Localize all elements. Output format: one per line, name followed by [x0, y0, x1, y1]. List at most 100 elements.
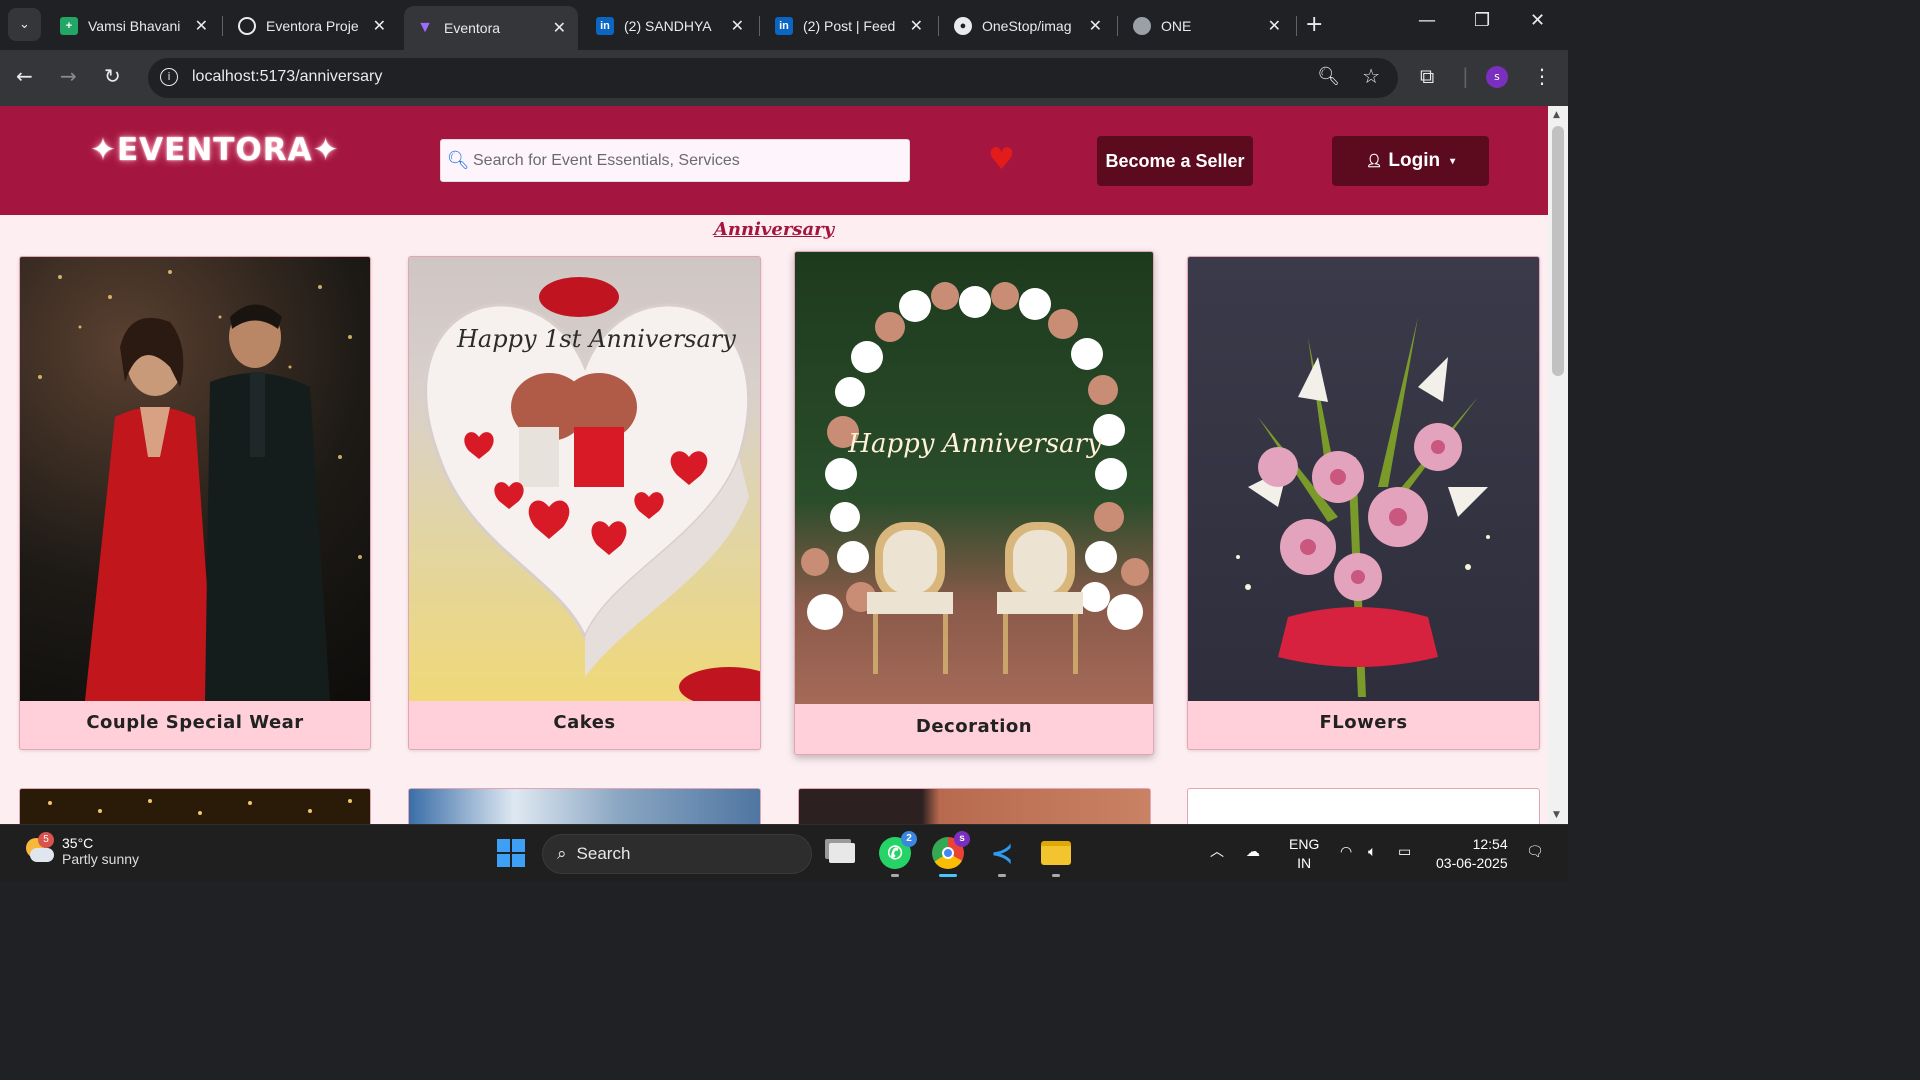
back-arrow-icon[interactable]: ←	[16, 64, 33, 88]
category-card-cakes[interactable]: Happy 1st Anniversary Cakes	[408, 256, 761, 750]
restore-icon[interactable]: ❐	[1474, 10, 1490, 31]
file-explorer-icon[interactable]	[1040, 837, 1072, 877]
battery-icon[interactable]: ▭	[1398, 843, 1411, 860]
tab-title: (2) SANDHYA	[624, 18, 712, 34]
vite-icon: ▼	[417, 19, 433, 36]
whatsapp-badge: 2	[901, 831, 917, 847]
tab-linkedin-sandhya[interactable]: in (2) SANDHYA ✕	[584, 6, 756, 46]
notifications-icon[interactable]: 🗨︎	[1526, 843, 1544, 860]
site-search-bar[interactable]: 🔍︎	[440, 139, 910, 182]
running-indicator	[891, 874, 899, 877]
tab-linkedin-feed[interactable]: in (2) Post | Feed ✕	[763, 6, 935, 46]
taskbar-search-label: Search	[576, 844, 631, 863]
region-code: IN	[1297, 855, 1312, 871]
cake-writing: Happy 1st Anniversary	[456, 325, 736, 353]
site-info-icon[interactable]: i	[160, 68, 178, 86]
onedrive-error-icon[interactable]: ☁	[1246, 843, 1260, 860]
close-icon[interactable]: ✕	[1089, 16, 1102, 36]
running-indicator	[1052, 874, 1060, 877]
active-indicator	[939, 874, 957, 877]
page-scrollbar[interactable]: ▲ ▼	[1548, 106, 1568, 824]
close-window-icon[interactable]: ✕	[1530, 10, 1545, 31]
flowers-illustration	[1236, 317, 1490, 697]
whatsapp-icon[interactable]: ✆ 2	[879, 831, 917, 877]
eventora-logo[interactable]: ✦EVENTORA✦	[90, 132, 340, 168]
running-indicator	[998, 874, 1006, 877]
browser-toolbar: ← → ↻ i localhost:5173/anniversary 🔍︎ ☆ …	[0, 50, 1568, 106]
reload-icon[interactable]: ↻	[104, 64, 121, 88]
chevron-up-icon[interactable]: ︿	[1210, 841, 1224, 861]
task-view-icon[interactable]	[826, 837, 858, 869]
tab-separator	[938, 16, 939, 36]
category-card-decoration[interactable]: Happy Anniversary Decoration	[794, 251, 1154, 755]
close-icon[interactable]: ✕	[373, 16, 386, 36]
clock[interactable]: 12:54 03-06-2025	[1436, 835, 1508, 873]
sheets-icon: +	[60, 17, 78, 35]
tab-title: Vamsi Bhavani	[88, 18, 181, 34]
scroll-down-arrow-icon[interactable]: ▼	[1553, 810, 1560, 820]
extensions-icon[interactable]: ⧉	[1420, 64, 1434, 88]
tab-separator	[1117, 16, 1118, 36]
category-label: Cakes	[553, 712, 616, 733]
tab-separator	[759, 16, 760, 36]
tab-separator	[222, 16, 223, 36]
vscode-icon[interactable]: ≺	[986, 837, 1018, 877]
tab-title: OneStop/imag	[982, 18, 1072, 34]
tab-eventora[interactable]: ▼ Eventora ✕	[404, 6, 578, 50]
weather-widget[interactable]: 5 35°C Partly sunny	[24, 832, 139, 867]
profile-avatar[interactable]: s	[1486, 66, 1508, 88]
category-card-partial[interactable]	[19, 788, 371, 824]
chatgpt-icon	[238, 17, 256, 35]
tab-one[interactable]: ONE ✕	[1121, 6, 1293, 46]
language-indicator[interactable]: ENG IN	[1289, 835, 1319, 873]
bookmark-star-icon[interactable]: ☆	[1362, 64, 1380, 88]
menu-kebab-icon[interactable]: ⋮	[1532, 64, 1552, 88]
login-button[interactable]: 👤︎ Login ▾	[1332, 136, 1489, 186]
url-text[interactable]: localhost:5173/anniversary	[192, 68, 382, 86]
minimize-icon[interactable]: —	[1418, 10, 1436, 31]
linkedin-icon: in	[596, 17, 614, 35]
tab-search-button[interactable]: ⌄	[8, 8, 41, 41]
category-card-partial[interactable]	[798, 788, 1151, 824]
category-card-partial[interactable]	[1187, 788, 1540, 824]
globe-icon	[1133, 17, 1151, 35]
tab-title: Eventora Proje	[266, 18, 359, 34]
tab-eventora-project[interactable]: Eventora Proje ✕	[226, 6, 398, 46]
close-icon[interactable]: ✕	[553, 18, 566, 38]
volume-icon[interactable]: 🔈︎	[1368, 843, 1376, 860]
category-card-partial[interactable]	[408, 788, 761, 824]
taskbar-search[interactable]: ⌕ Search	[542, 834, 812, 874]
tab-vamsi[interactable]: + Vamsi Bhavani ✕	[48, 6, 220, 46]
chrome-icon[interactable]: s	[932, 831, 970, 877]
new-tab-button[interactable]: +	[1305, 12, 1323, 37]
search-icon: ⌕	[557, 844, 567, 863]
scrollbar-thumb[interactable]	[1552, 126, 1564, 376]
windows-taskbar: 5 35°C Partly sunny ⌕ Search ✆ 2 s ≺ ︿ ☁…	[0, 824, 1568, 882]
search-icon: 🔍︎	[446, 150, 470, 171]
zoom-icon[interactable]: 🔍︎	[1317, 66, 1340, 87]
chevron-down-icon: ⌄	[19, 17, 30, 32]
neon-sign-text: Happy Anniversary	[847, 429, 1102, 459]
wifi-icon[interactable]: ◠	[1340, 843, 1352, 860]
weather-temperature: 35°C	[62, 835, 94, 851]
category-card-couple-wear[interactable]: Couple Special Wear	[19, 256, 371, 750]
close-icon[interactable]: ✕	[1268, 16, 1281, 36]
wishlist-heart-icon[interactable]: ♥	[988, 142, 1015, 177]
close-icon[interactable]: ✕	[195, 16, 208, 36]
forward-arrow-icon[interactable]: →	[60, 64, 77, 88]
tab-separator	[1296, 16, 1297, 36]
language-code: ENG	[1289, 836, 1320, 852]
close-icon[interactable]: ✕	[910, 16, 923, 36]
windows-start-icon[interactable]	[497, 839, 525, 867]
section-title: Anniversary	[713, 219, 835, 240]
user-icon: 👤︎	[1365, 153, 1383, 168]
address-bar[interactable]: i localhost:5173/anniversary 🔍︎ ☆	[148, 58, 1398, 98]
chrome-profile-badge: s	[954, 831, 970, 847]
become-seller-button[interactable]: Become a Seller	[1097, 136, 1253, 186]
close-icon[interactable]: ✕	[731, 16, 744, 36]
scroll-up-arrow-icon[interactable]: ▲	[1553, 110, 1560, 120]
category-card-flowers[interactable]: FLowers	[1187, 256, 1540, 750]
couple-illustration	[38, 270, 362, 701]
site-search-input[interactable]	[473, 151, 893, 170]
tab-github[interactable]: ● OneStop/imag ✕	[942, 6, 1114, 46]
